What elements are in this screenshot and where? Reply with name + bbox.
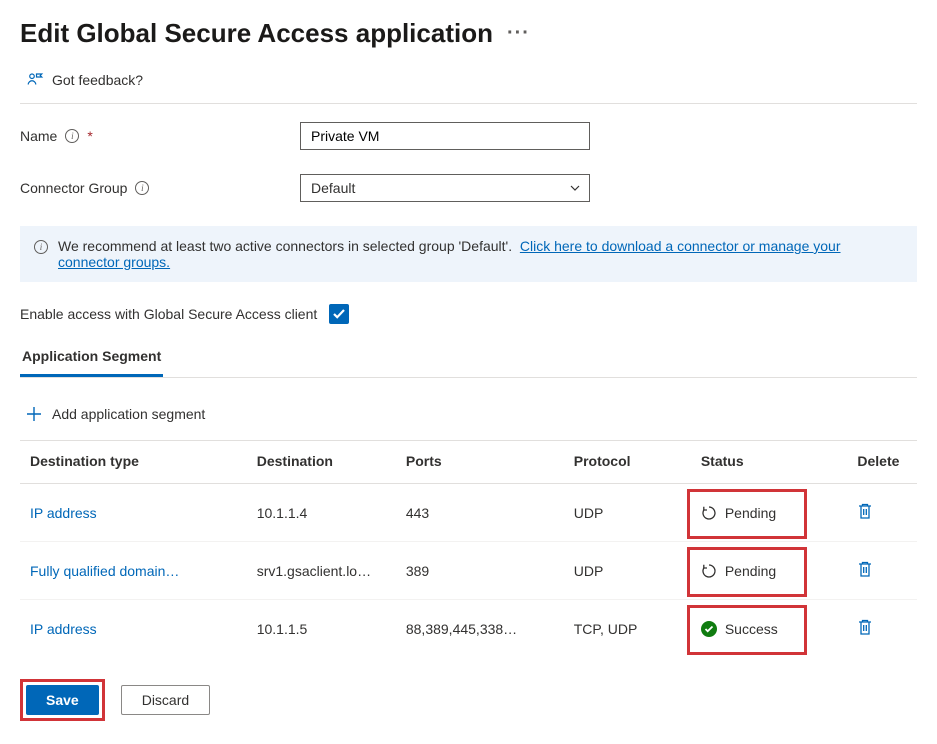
page-title-text: Edit Global Secure Access application	[20, 18, 493, 49]
table-row: IP address 10.1.1.5 88,389,445,338… TCP, UD…	[20, 600, 917, 658]
check-icon	[332, 307, 346, 321]
connector-value: Default	[311, 180, 355, 196]
connector-row: Connector Group i Default	[20, 174, 917, 202]
footer-buttons: Save Discard	[20, 657, 917, 721]
banner-message: We recommend at least two active connect…	[58, 238, 512, 254]
add-segment-label: Add application segment	[52, 406, 205, 422]
status-cell: Pending	[701, 563, 838, 579]
ports-value: 88,389,445,338…	[406, 621, 554, 637]
ports-value: 389	[406, 563, 554, 579]
segments-table: Destination type Destination Ports Proto…	[20, 440, 917, 657]
status-text: Success	[725, 621, 778, 637]
required-indicator: *	[87, 128, 92, 144]
recommendation-banner: i We recommend at least two active conne…	[20, 226, 917, 282]
status-text: Pending	[725, 505, 776, 521]
chevron-down-icon	[569, 182, 581, 194]
enable-access-row: Enable access with Global Secure Access …	[20, 304, 917, 324]
delete-icon[interactable]	[857, 502, 873, 520]
ports-value: 443	[406, 505, 554, 521]
feedback-icon	[26, 71, 44, 89]
protocol-value: UDP	[574, 563, 604, 579]
table-row: Fully qualified domain n… srv1.gsaclient.…	[20, 542, 917, 600]
more-icon[interactable]: ···	[507, 22, 530, 45]
destination-type-link[interactable]: IP address	[30, 505, 180, 521]
destination-type-link[interactable]: Fully qualified domain n…	[30, 563, 180, 579]
connector-group-select[interactable]: Default	[300, 174, 590, 202]
delete-icon[interactable]	[857, 618, 873, 636]
col-ports: Ports	[396, 441, 564, 484]
destination-value: 10.1.1.4	[257, 505, 386, 521]
discard-button[interactable]: Discard	[121, 685, 210, 715]
name-label: Name i *	[20, 128, 300, 144]
banner-text: We recommend at least two active connect…	[58, 238, 903, 270]
name-label-text: Name	[20, 128, 57, 144]
save-highlight: Save	[20, 679, 105, 721]
status-text: Pending	[725, 563, 776, 579]
name-row: Name i *	[20, 122, 917, 150]
name-input[interactable]	[300, 122, 590, 150]
connector-label: Connector Group i	[20, 180, 300, 196]
destination-type-link[interactable]: IP address	[30, 621, 180, 637]
pending-icon	[701, 563, 717, 579]
destination-value: 10.1.1.5	[257, 621, 386, 637]
enable-access-checkbox[interactable]	[329, 304, 349, 324]
table-row: IP address 10.1.1.4 443 UDP Pending	[20, 484, 917, 542]
tab-application-segment[interactable]: Application Segment	[20, 342, 163, 377]
col-delete: Delete	[847, 441, 917, 484]
col-protocol: Protocol	[564, 441, 691, 484]
page-title: Edit Global Secure Access application ··…	[20, 18, 917, 49]
destination-value: srv1.gsaclient.lo…	[257, 563, 386, 579]
status-cell: Success	[701, 621, 838, 637]
enable-access-label: Enable access with Global Secure Access …	[20, 306, 317, 322]
info-icon[interactable]: i	[135, 181, 149, 195]
tab-strip: Application Segment	[20, 342, 917, 378]
protocol-value: TCP, UDP	[574, 621, 638, 637]
feedback-link[interactable]: Got feedback?	[20, 63, 917, 104]
col-status: Status	[691, 441, 848, 484]
delete-icon[interactable]	[857, 560, 873, 578]
plus-icon	[26, 406, 42, 422]
add-application-segment-button[interactable]: Add application segment	[20, 400, 917, 440]
pending-icon	[701, 505, 717, 521]
feedback-text: Got feedback?	[52, 72, 143, 88]
success-icon	[701, 621, 717, 637]
save-button[interactable]: Save	[26, 685, 99, 715]
protocol-value: UDP	[574, 505, 604, 521]
col-destination: Destination	[247, 441, 396, 484]
info-icon[interactable]: i	[65, 129, 79, 143]
connector-label-text: Connector Group	[20, 180, 127, 196]
col-destination-type: Destination type	[20, 441, 247, 484]
status-cell: Pending	[701, 505, 838, 521]
info-icon: i	[34, 240, 48, 254]
